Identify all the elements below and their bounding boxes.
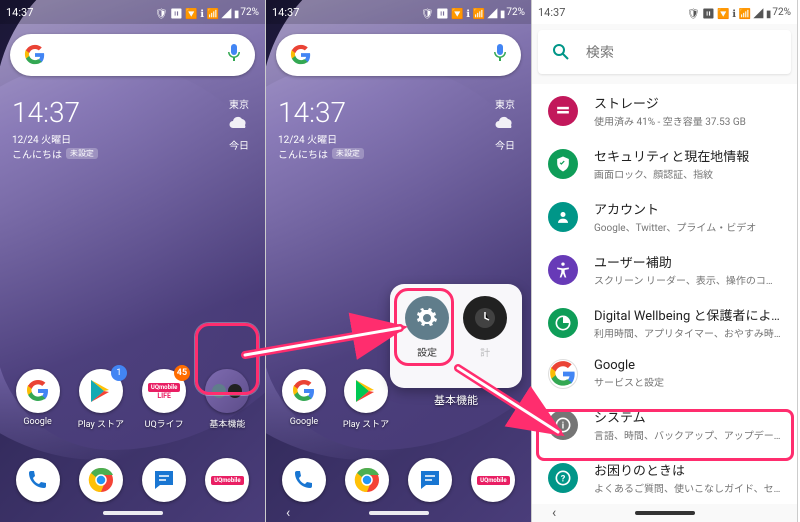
wallpaper — [0, 0, 265, 522]
dock-phone[interactable] — [16, 458, 60, 502]
status-time: 14:37 — [6, 6, 33, 19]
setting-subtitle: スクリーン リーダー、表示、操作のコン… — [594, 272, 781, 287]
home-pill-icon[interactable] — [369, 511, 429, 515]
status-bar: 14:37 🛡 ⏸ 🔽 ℹ 📶 ◢ ▮ 72% — [266, 0, 531, 24]
badge: 1 — [111, 365, 127, 381]
setting-title: Google — [594, 358, 781, 373]
svg-text:?: ? — [561, 474, 566, 484]
accessibility-icon — [548, 255, 578, 285]
nav-bar[interactable] — [0, 504, 265, 522]
clock-greeting: こんにちは未設定 — [12, 146, 98, 161]
clock-icon — [473, 306, 497, 330]
folder-name: 基本機能 — [390, 392, 522, 408]
highlight-system — [536, 409, 794, 461]
setting-subtitle: 使用済み 41% - 空き容量 37.53 GB — [594, 113, 781, 128]
app-google[interactable]: Google — [276, 369, 332, 430]
weather-cloud-icon — [227, 111, 251, 135]
app-play-store[interactable]: Play ストア — [338, 369, 394, 430]
setting-title: ストレージ — [594, 93, 781, 112]
weather-widget[interactable]: 東京 今日 — [493, 96, 517, 152]
setting-subtitle: Google、Twitter、プライム・ビデオ — [594, 219, 781, 234]
setting-row-wellbeing[interactable]: Digital Wellbeing と保護者による使用…利用時間、アプリタイマー… — [532, 296, 797, 349]
setting-row-security[interactable]: セキュリティと現在地情報画面ロック、顔認証、指紋 — [532, 137, 797, 190]
setting-title: お困りのときは — [594, 460, 781, 479]
app-google[interactable]: Google — [10, 369, 66, 430]
status-bar: 14:37 🛡 ⏸ 🔽 ℹ 📶 ◢ ▮ 72% — [532, 0, 797, 24]
setting-row-accessibility[interactable]: ユーザー補助スクリーン リーダー、表示、操作のコン… — [532, 243, 797, 296]
dock-messages[interactable] — [142, 458, 186, 502]
dock-phone[interactable] — [282, 458, 326, 502]
nav-bar[interactable]: ‹ — [266, 504, 531, 522]
back-icon[interactable]: ‹ — [286, 505, 290, 521]
home-pill-icon[interactable] — [635, 511, 695, 515]
app-uq-life[interactable]: UQmobileLIFE45UQライフ — [136, 369, 192, 430]
setting-title: セキュリティと現在地情報 — [594, 146, 781, 165]
setting-row-storage[interactable]: ストレージ使用済み 41% - 空き容量 37.53 GB — [532, 84, 797, 137]
clock-widget[interactable]: 14:37 12/24 火曜日 こんにちは未設定 — [278, 96, 364, 161]
settings-screen: 14:37 🛡 ⏸ 🔽 ℹ 📶 ◢ ▮ 72% 検索 ストレージ使用済み 41%… — [532, 0, 798, 522]
setting-title: アカウント — [594, 199, 781, 218]
status-bar: 14:37 🛡 ⏸ 🔽 ℹ 📶 ◢ ▮ 72% — [0, 0, 265, 24]
setting-row-google[interactable]: Googleサービスと設定 — [532, 349, 797, 398]
nav-bar[interactable]: ‹ — [532, 504, 797, 522]
clock-date: 12/24 火曜日 — [12, 131, 98, 146]
clock-time: 14:37 — [12, 96, 98, 129]
highlight-folder — [195, 323, 259, 395]
dock-uq[interactable]: UQmobile — [205, 458, 249, 502]
clock-widget[interactable]: 14:37 12/24 火曜日 こんにちは未設定 — [12, 96, 98, 161]
help-icon: ? — [548, 463, 578, 493]
setting-title: ユーザー補助 — [594, 252, 781, 271]
dock-messages[interactable] — [408, 458, 452, 502]
search-icon — [552, 43, 570, 61]
weather-widget[interactable]: 東京 今日 — [227, 96, 251, 152]
setting-subtitle: 利用時間、アプリタイマー、おやすみ時… — [594, 325, 781, 340]
app-play-store[interactable]: 1Play ストア — [73, 369, 129, 430]
setting-title: Digital Wellbeing と保護者による使用… — [594, 305, 781, 324]
wellbeing-icon — [548, 308, 578, 338]
account-icon — [548, 202, 578, 232]
status-icons: 🛡 ⏸ 🔽 ℹ 📶 ◢ ▮ 72% — [155, 5, 259, 20]
setting-row-account[interactable]: アカウントGoogle、Twitter、プライム・ビデオ — [532, 190, 797, 243]
setting-subtitle: よくあるご質問、使いこなしガイド、セ… — [594, 480, 781, 495]
storage-icon — [548, 96, 578, 126]
dock-uq[interactable]: UQmobile — [471, 458, 515, 502]
wallpaper — [266, 0, 531, 522]
setting-subtitle: 画面ロック、顔認証、指紋 — [594, 166, 781, 181]
google-logo-icon — [24, 44, 46, 66]
highlight-settings — [394, 288, 454, 366]
dock-chrome[interactable] — [345, 458, 389, 502]
folder-item-clock[interactable]: 計 — [463, 296, 507, 359]
mic-icon[interactable] — [493, 44, 507, 66]
back-icon[interactable]: ‹ — [552, 505, 556, 521]
dock: UQmobile — [0, 458, 265, 502]
security-icon — [548, 149, 578, 179]
google-search-bar[interactable] — [276, 34, 521, 76]
google-logo-icon — [290, 44, 312, 66]
settings-search[interactable]: 検索 — [538, 30, 791, 74]
google-icon — [548, 359, 578, 389]
badge: 45 — [174, 365, 190, 381]
home-screen-1: 14:37 🛡 ⏸ 🔽 ℹ 📶 ◢ ▮ 72% 14:37 12/24 火曜日 … — [0, 0, 266, 522]
home-pill-icon[interactable] — [103, 511, 163, 515]
dock: UQmobile — [266, 458, 531, 502]
dock-chrome[interactable] — [79, 458, 123, 502]
mic-icon[interactable] — [227, 44, 241, 66]
home-screen-2: 14:37 🛡 ⏸ 🔽 ℹ 📶 ◢ ▮ 72% 14:37 12/24 火曜日 … — [266, 0, 532, 522]
setting-subtitle: サービスと設定 — [594, 374, 781, 389]
google-search-bar[interactable] — [10, 34, 255, 76]
